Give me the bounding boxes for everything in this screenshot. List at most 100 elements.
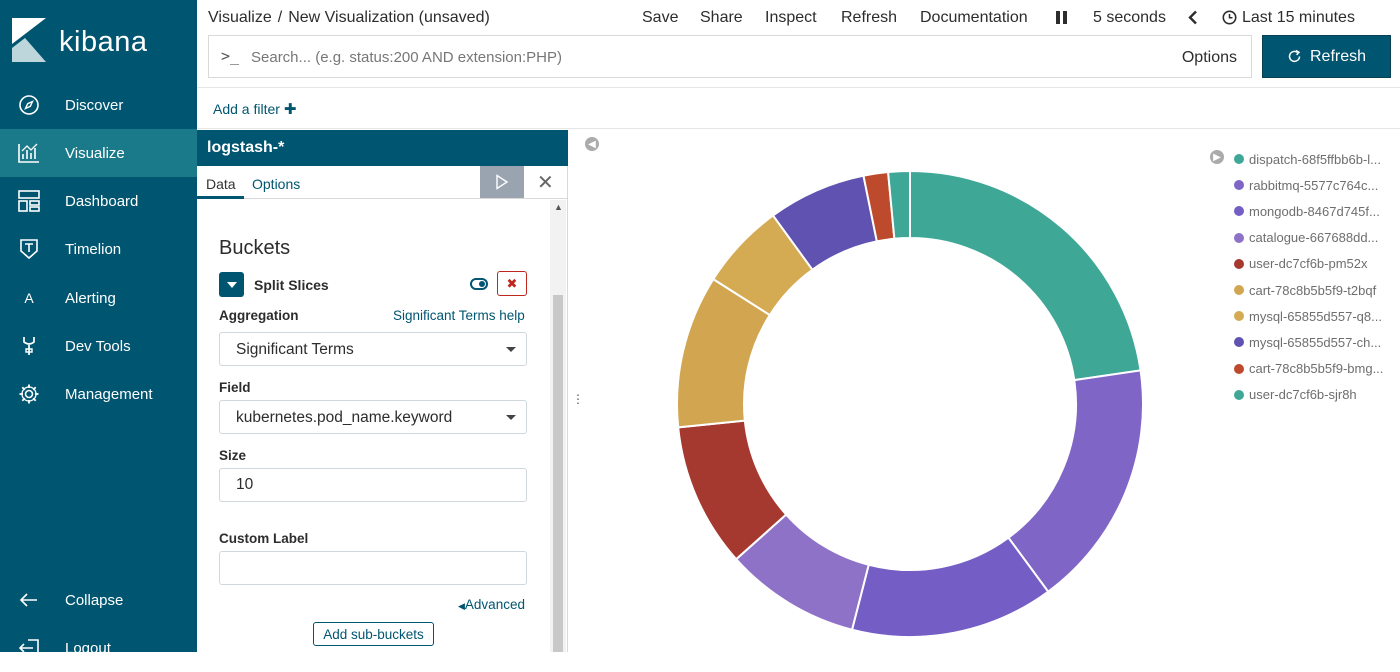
- legend-label: mysql-65855d557-ch...: [1249, 334, 1382, 350]
- custom-label-input[interactable]: [219, 551, 527, 585]
- editor-scrollbar[interactable]: ▲: [550, 200, 566, 652]
- documentation-link[interactable]: Documentation: [920, 9, 1028, 27]
- add-filter-button[interactable]: Add a filter ✚: [213, 100, 296, 118]
- letter-a-icon: A: [24, 290, 34, 306]
- sidebar-item-label: Discover: [65, 96, 124, 114]
- legend-color-dot: [1234, 258, 1244, 269]
- legend-label: catalogue-667688dd...: [1249, 230, 1379, 246]
- clock-icon: [1222, 10, 1237, 30]
- logout-label: Logout: [65, 639, 111, 657]
- legend-color-dot: [1234, 232, 1244, 243]
- donut-slice[interactable]: [850, 536, 1050, 638]
- scroll-thumb[interactable]: [553, 295, 563, 652]
- sidebar-item-management[interactable]: Management: [0, 370, 197, 418]
- refresh-button-label: Refresh: [1309, 47, 1367, 65]
- time-range-picker[interactable]: Last 15 minutes: [1242, 9, 1355, 27]
- field-select[interactable]: kubernetes.pod_name.keyword: [219, 400, 527, 434]
- share-link[interactable]: Share: [700, 9, 743, 27]
- aggregation-label: Aggregation: [219, 308, 299, 323]
- aggregation-select-value: Significant Terms: [236, 341, 354, 358]
- search-options-button[interactable]: Options: [1182, 49, 1237, 67]
- pause-icon[interactable]: [1055, 10, 1068, 30]
- sidebar-item-label: Dev Tools: [65, 337, 131, 355]
- refresh-button[interactable]: Refresh: [1262, 35, 1391, 78]
- legend-item[interactable]: catalogue-667688dd...: [1234, 225, 1394, 251]
- sidebar-item-label: Dashboard: [65, 192, 139, 210]
- refresh-link[interactable]: Refresh: [841, 9, 897, 27]
- search-input[interactable]: [251, 45, 1151, 69]
- aggregation-help-link[interactable]: Significant Terms help: [393, 308, 525, 323]
- tab-data[interactable]: Data: [206, 176, 236, 192]
- play-icon: [496, 174, 509, 190]
- inspect-link[interactable]: Inspect: [765, 9, 817, 27]
- legend-color-dot: [1234, 154, 1244, 165]
- legend-item[interactable]: user-dc7cf6b-pm52x: [1234, 251, 1394, 277]
- legend-label: cart-78c8b5b5f9-t2bqf: [1249, 282, 1377, 298]
- breadcrumb: Visualize / New Visualization (unsaved): [208, 9, 490, 27]
- close-icon[interactable]: ✕: [537, 170, 554, 195]
- legend-item[interactable]: cart-78c8b5b5f9-t2bqf: [1234, 277, 1394, 303]
- dropdown-caret-icon: [506, 347, 516, 352]
- refresh-interval[interactable]: 5 seconds: [1093, 9, 1166, 27]
- legend-label: mysql-65855d557-q8...: [1249, 308, 1382, 324]
- kibana-logo-icon: [12, 18, 46, 62]
- legend-item[interactable]: dispatch-68f5ffbb6b-l...: [1234, 146, 1394, 172]
- legend-item[interactable]: rabbitmq-5577c764c...: [1234, 172, 1394, 198]
- shield-icon: [17, 237, 41, 261]
- chart-legend: dispatch-68f5ffbb6b-l... rabbitmq-5577c76…: [1234, 146, 1394, 408]
- visualization-editor: logstash-* Data Options ✕ ▲ Buckets Spli…: [197, 130, 568, 652]
- scroll-up-icon[interactable]: ▲: [554, 202, 563, 212]
- sidebar-item-alerting[interactable]: A Alerting: [0, 274, 197, 322]
- donut-slice[interactable]: [1007, 369, 1144, 594]
- kibana-logo[interactable]: kibana: [0, 0, 197, 84]
- legend-label: user-dc7cf6b-pm52x: [1249, 256, 1368, 272]
- search-bar: >_ Options: [208, 35, 1252, 78]
- legend-label: rabbitmq-5577c764c...: [1249, 177, 1379, 193]
- advanced-toggle[interactable]: ◀Advanced: [458, 597, 525, 612]
- filter-bar: Add a filter ✚: [197, 87, 1400, 129]
- sidebar-item-discover[interactable]: Discover: [0, 81, 197, 129]
- apply-changes-button[interactable]: [480, 166, 524, 198]
- sidebar-item-visualize[interactable]: Visualize: [0, 129, 197, 177]
- aggregation-select[interactable]: Significant Terms: [219, 332, 527, 366]
- tab-options[interactable]: Options: [252, 176, 300, 192]
- sidebar-logout[interactable]: Logout: [0, 624, 197, 672]
- legend-item[interactable]: mysql-65855d557-ch...: [1234, 329, 1394, 355]
- add-sub-buckets-button[interactable]: Add sub-buckets: [313, 622, 434, 646]
- sidebar-item-dev-tools[interactable]: Dev Tools: [0, 322, 197, 370]
- sidebar-item-dashboard[interactable]: Dashboard: [0, 177, 197, 225]
- query-prompt-icon: >_: [221, 47, 240, 65]
- collapse-label: Collapse: [65, 591, 124, 609]
- legend-label: cart-78c8b5b5f9-bmg...: [1249, 361, 1384, 377]
- index-pattern-title: logstash-*: [197, 130, 568, 166]
- sidebar-item-timelion[interactable]: Timelion: [0, 225, 197, 273]
- chevron-left-icon[interactable]: [1188, 10, 1198, 30]
- donut-slice[interactable]: [909, 169, 1142, 382]
- logout-icon: [17, 636, 41, 660]
- close-icon: ✖: [506, 275, 518, 291]
- remove-aggregation-button[interactable]: ✖: [497, 271, 527, 296]
- toggle-aggregation-switch[interactable]: [470, 278, 488, 290]
- split-slices-label: Split Slices: [254, 277, 329, 293]
- dropdown-caret-icon: [506, 415, 516, 420]
- buckets-heading: Buckets: [219, 237, 291, 259]
- legend-toggle-icon[interactable]: ▶: [1210, 150, 1224, 164]
- legend-item[interactable]: mongodb-8467d745f...: [1234, 198, 1394, 224]
- legend-item[interactable]: mysql-65855d557-q8...: [1234, 303, 1394, 329]
- size-input[interactable]: [219, 468, 527, 502]
- active-tab-indicator: [197, 196, 244, 199]
- legend-color-dot: [1234, 285, 1244, 296]
- sidebar-collapse[interactable]: Collapse: [0, 576, 197, 624]
- collapse-aggregation-button[interactable]: [219, 272, 244, 297]
- legend-item[interactable]: cart-78c8b5b5f9-bmg...: [1234, 356, 1394, 382]
- breadcrumb-visualize[interactable]: Visualize: [208, 9, 272, 26]
- legend-label: dispatch-68f5ffbb6b-l...: [1249, 151, 1382, 167]
- compass-icon: [17, 93, 41, 117]
- caret-left-icon: ◀: [458, 601, 465, 611]
- field-select-value: kubernetes.pod_name.keyword: [236, 409, 453, 426]
- save-link[interactable]: Save: [642, 9, 678, 27]
- sidebar-item-label: Visualize: [65, 144, 125, 162]
- legend-label: user-dc7cf6b-sjr8h: [1249, 387, 1357, 403]
- gear-icon: [17, 382, 41, 406]
- legend-item[interactable]: user-dc7cf6b-sjr8h: [1234, 382, 1394, 408]
